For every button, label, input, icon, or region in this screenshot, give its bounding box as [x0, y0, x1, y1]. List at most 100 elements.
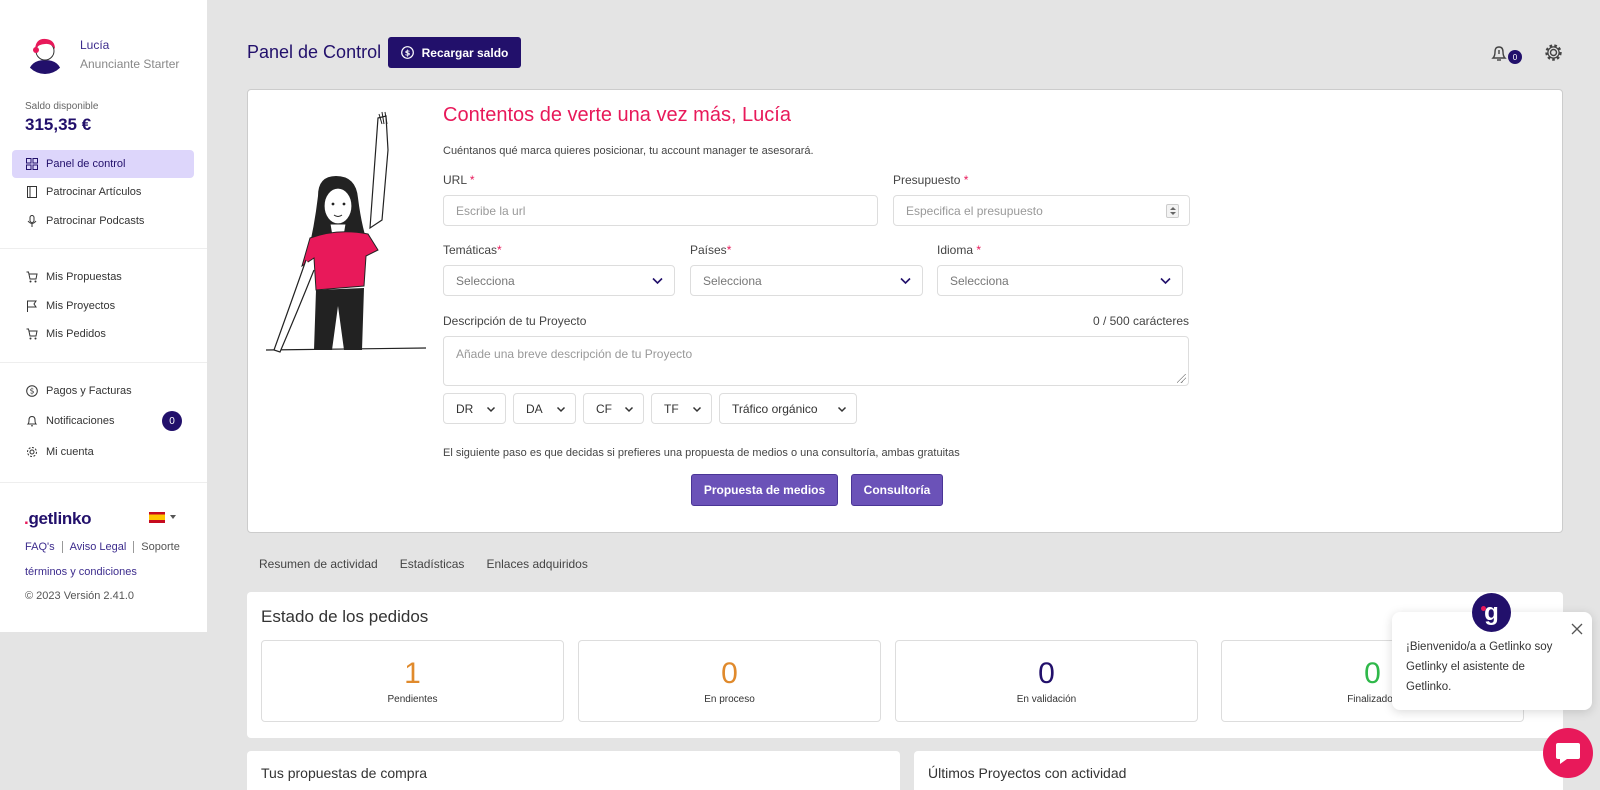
cart-icon [26, 271, 38, 283]
sidebar-item-podcasts[interactable]: Patrocinar Podcasts [12, 207, 194, 235]
filter-cf[interactable]: CF [583, 393, 644, 424]
sidebar-item-notifications[interactable]: Notificaciones 0 [12, 407, 194, 435]
tab-statistics[interactable]: Estadísticas [400, 557, 465, 571]
flag-icon [27, 300, 37, 312]
language-select[interactable]: Selecciona [937, 265, 1183, 296]
resize-handle[interactable] [1177, 374, 1186, 383]
sidebar-item-projects[interactable]: Mis Proyectos [12, 292, 194, 320]
stat-in-validation[interactable]: 0 En validación [895, 640, 1198, 722]
sidebar-item-label: Panel de control [46, 158, 126, 170]
footer-links: FAQ's Aviso Legal Soporte [25, 541, 187, 553]
sidebar-item-label: Mis Proyectos [46, 300, 116, 312]
stat-label: En validación [1016, 694, 1077, 705]
budget-stepper[interactable] [1166, 204, 1179, 218]
activity-tabs: Resumen de actividad Estadísticas Enlace… [259, 557, 610, 571]
sidebar-item-orders[interactable]: Mis Pedidos [12, 320, 194, 348]
chevron-down-icon [900, 277, 911, 285]
chevron-down-icon [486, 406, 496, 413]
filter-dr[interactable]: DR [443, 393, 506, 424]
recent-projects-panel: Últimos Proyectos con actividad [914, 751, 1563, 790]
stat-value: 0 [721, 657, 738, 690]
caret-down-icon[interactable] [170, 515, 176, 519]
description-label: Descripción de tu Proyecto [443, 314, 587, 328]
microphone-icon [27, 215, 37, 227]
chevron-down-icon [624, 406, 634, 413]
sidebar-item-label: Mis Pedidos [46, 328, 106, 340]
url-input[interactable]: Escribe la url [443, 195, 878, 226]
stat-in-progress[interactable]: 0 En proceso [578, 640, 881, 722]
tab-activity-summary[interactable]: Resumen de actividad [259, 557, 378, 571]
stat-label: Pendientes [387, 694, 438, 705]
chevron-down-icon [652, 277, 663, 285]
user-profile[interactable]: Lucía Anunciante Starter [24, 32, 179, 74]
user-plan: Anunciante Starter [80, 57, 180, 71]
support-link[interactable]: Soporte [133, 541, 187, 553]
sidebar-item-label: Pagos y Facturas [46, 385, 132, 397]
purchase-proposals-title: Tus propuestas de compra [261, 765, 428, 781]
book-icon [27, 186, 37, 198]
sidebar-item-label: Mi cuenta [46, 446, 94, 458]
version-text: © 2023 Versión 2.41.0 [25, 590, 135, 602]
sidebar-item-label: Patrocinar Podcasts [46, 215, 145, 227]
svg-text:$: $ [30, 387, 35, 396]
description-textarea[interactable]: Añade una breve descripción de tu Proyec… [443, 336, 1189, 386]
filter-tf[interactable]: TF [651, 393, 712, 424]
countries-select[interactable]: Selecciona [690, 265, 923, 296]
stat-pending[interactable]: 1 Pendientes [261, 640, 564, 722]
balance-amount: 315,35 € [25, 115, 92, 134]
sidebar-item-articles[interactable]: Patrocinar Artículos [12, 178, 194, 206]
sidebar-item-account[interactable]: Mi cuenta [12, 438, 194, 466]
tab-acquired-links[interactable]: Enlaces adquiridos [486, 557, 587, 571]
cart-icon [26, 328, 38, 340]
recharge-balance-button[interactable]: $ Recargar saldo [388, 37, 521, 68]
dollar-icon: $ [26, 385, 38, 397]
sidebar: Lucía Anunciante Starter Saldo disponibl… [0, 0, 207, 632]
language-flag-icon[interactable] [149, 512, 165, 523]
terms-link[interactable]: términos y condiciones [25, 566, 137, 578]
sidebar-item-label: Mis Propuestas [46, 271, 122, 283]
user-name: Lucía [80, 38, 110, 52]
chevron-down-icon [837, 406, 847, 413]
stat-value: 0 [1038, 657, 1055, 690]
getlinky-logo-icon: g [1472, 593, 1511, 632]
getlinko-logo[interactable]: .getlinko [24, 509, 92, 529]
gear-icon [27, 447, 37, 457]
countries-label: Países* [690, 243, 732, 257]
filter-organic-traffic[interactable]: Tráfico orgánico [719, 393, 857, 424]
dollar-icon: $ [400, 46, 414, 59]
chat-welcome-message: ¡Bienvenido/a a Getlinko soy Getlinky el… [1406, 641, 1553, 693]
scrollbar[interactable] [1588, 0, 1600, 440]
balance-label: Saldo disponible [25, 101, 99, 112]
bell-icon [26, 415, 38, 427]
welcome-heading: Contentos de verte una vez más, Lucía [443, 104, 791, 126]
settings-gear-icon[interactable] [1544, 43, 1563, 62]
orders-status-panel: Estado de los pedidos 1 Pendientes 0 En … [247, 592, 1563, 738]
faq-link[interactable]: FAQ's [25, 541, 62, 553]
legal-link[interactable]: Aviso Legal [61, 541, 134, 553]
consulting-button[interactable]: Consultoría [851, 474, 943, 506]
dashboard-icon [26, 158, 38, 170]
description-counter: 0 / 500 carácteres [1092, 314, 1189, 328]
topics-select[interactable]: Selecciona [443, 265, 675, 296]
page-title: Panel de Control [247, 42, 382, 62]
stat-value: 1 [404, 657, 421, 690]
close-icon[interactable] [1571, 623, 1583, 635]
chevron-down-icon [556, 406, 566, 413]
budget-input[interactable]: Especifica el presupuesto [893, 195, 1190, 226]
budget-label: Presupuesto * [893, 173, 969, 187]
sidebar-item-payments[interactable]: $ Pagos y Facturas [12, 377, 194, 405]
chevron-down-icon [1160, 277, 1171, 285]
url-label: URL * [443, 173, 475, 187]
filter-da[interactable]: DA [513, 393, 576, 424]
chat-open-button[interactable] [1543, 728, 1593, 778]
sidebar-item-label: Patrocinar Artículos [46, 186, 142, 198]
new-project-card: Contentos de verte una vez más, Lucía Cu… [247, 89, 1563, 533]
divider [0, 482, 207, 483]
divider [0, 362, 207, 363]
notifications-bell-icon[interactable] [1490, 44, 1508, 62]
media-proposal-button[interactable]: Propuesta de medios [691, 474, 838, 506]
sidebar-item-proposals[interactable]: Mis Propuestas [12, 263, 194, 291]
sidebar-item-panel[interactable]: Panel de control [12, 150, 194, 178]
stat-label: En proceso [704, 694, 755, 705]
avatar-icon [24, 32, 66, 74]
